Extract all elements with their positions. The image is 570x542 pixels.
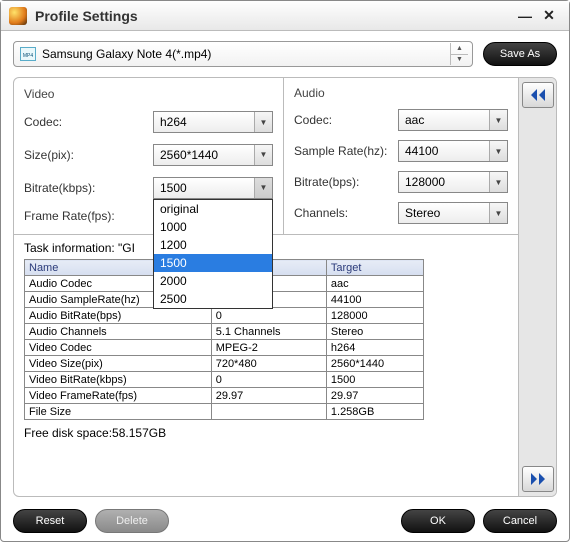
main-area: Video Codec: h264 ▼ Size(pix): 2560*1440… [13,77,557,497]
mp4-icon [20,47,36,61]
col-target[interactable]: Target [326,260,423,276]
cancel-button[interactable]: Cancel [483,509,557,533]
side-nav [518,78,556,496]
video-bitrate-label: Bitrate(kbps): [24,181,143,195]
bitrate-dropdown: original 1000 1200 1500 2000 2500 [153,199,273,309]
prev-button[interactable] [522,82,554,108]
chevron-down-icon: ▼ [254,145,272,165]
chevron-down-icon[interactable]: ▼ [451,54,468,66]
audio-codec-select[interactable]: aac ▼ [398,109,508,131]
window-title: Profile Settings [35,8,138,24]
video-size-select[interactable]: 2560*1440 ▼ [153,144,273,166]
bitrate-option[interactable]: original [154,200,272,218]
bottom-bar: Reset Delete OK Cancel [1,503,569,539]
bitrate-option[interactable]: 2000 [154,272,272,290]
chevron-down-icon: ▼ [254,112,272,132]
audio-panel: Audio Codec: aac ▼ Sample Rate(hz): 4410… [284,78,518,234]
table-row: Audio BitRate(bps)0128000 [25,308,424,324]
profile-row: Samsung Galaxy Note 4(*.mp4) ▲ ▼ Save As [1,31,569,73]
video-codec-select[interactable]: h264 ▼ [153,111,273,133]
audio-heading: Audio [294,86,508,100]
table-row: Video Size(pix)720*4802560*1440 [25,356,424,372]
double-chevron-right-icon [529,473,547,485]
bitrate-option[interactable]: 1200 [154,236,272,254]
audio-bitrate-select[interactable]: 128000 ▼ [398,171,508,193]
chevron-down-icon: ▼ [254,178,272,198]
video-panel: Video Codec: h264 ▼ Size(pix): 2560*1440… [14,78,284,234]
profile-selector[interactable]: Samsung Galaxy Note 4(*.mp4) ▲ ▼ [13,41,473,67]
video-bitrate-select[interactable]: 1500 ▼ original 1000 1200 1500 2000 2500 [153,177,273,199]
audio-samplerate-label: Sample Rate(hz): [294,144,388,158]
bitrate-option[interactable]: 1500 [154,254,272,272]
close-button[interactable]: ✕ [537,4,561,28]
profile-stepper[interactable]: ▲ ▼ [450,43,468,65]
bitrate-option[interactable]: 2500 [154,290,272,308]
chevron-down-icon: ▼ [489,172,507,192]
delete-button: Delete [95,509,169,533]
table-row: Audio Channels5.1 ChannelsStereo [25,324,424,340]
minimize-button[interactable]: — [513,4,537,28]
ok-button[interactable]: OK [401,509,475,533]
free-disk-label: Free disk space:58.157GB [24,426,508,440]
audio-channels-select[interactable]: Stereo ▼ [398,202,508,224]
table-row: Video BitRate(kbps)01500 [25,372,424,388]
chevron-up-icon[interactable]: ▲ [451,43,468,54]
next-button[interactable] [522,466,554,492]
video-heading: Video [24,87,273,101]
app-logo-icon [9,7,27,25]
table-row: Video CodecMPEG-2h264 [25,340,424,356]
window: Profile Settings — ✕ Samsung Galaxy Note… [0,0,570,542]
table-row: File Size1.258GB [25,404,424,420]
audio-bitrate-label: Bitrate(bps): [294,175,388,189]
audio-channels-label: Channels: [294,206,388,220]
video-framerate-label: Frame Rate(fps): [24,209,143,223]
reset-button[interactable]: Reset [13,509,87,533]
titlebar: Profile Settings — ✕ [1,1,569,31]
chevron-down-icon: ▼ [489,141,507,161]
bitrate-option[interactable]: 1000 [154,218,272,236]
audio-samplerate-select[interactable]: 44100 ▼ [398,140,508,162]
profile-value: Samsung Galaxy Note 4(*.mp4) [42,47,444,61]
audio-codec-label: Codec: [294,113,388,127]
chevron-down-icon: ▼ [489,203,507,223]
video-codec-label: Codec: [24,115,143,129]
video-size-label: Size(pix): [24,148,143,162]
table-row: Video FrameRate(fps)29.9729.97 [25,388,424,404]
chevron-down-icon: ▼ [489,110,507,130]
double-chevron-left-icon [529,89,547,101]
save-as-button[interactable]: Save As [483,42,557,66]
